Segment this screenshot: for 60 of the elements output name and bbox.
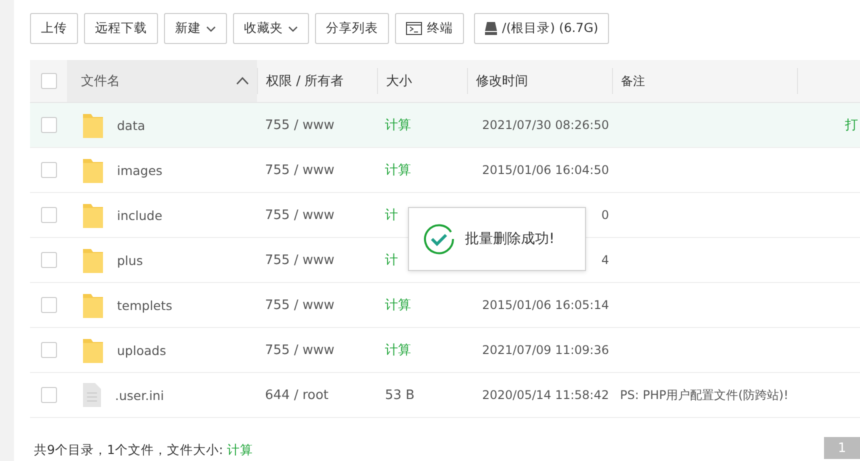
row-checkbox[interactable] — [40, 117, 56, 133]
file-name[interactable]: plus — [117, 252, 143, 268]
column-header[interactable]: 修改时间 — [476, 72, 528, 90]
document-icon — [83, 383, 101, 407]
terminal-icon — [406, 22, 422, 35]
toolbar-button[interactable]: 远程下载 — [84, 13, 158, 44]
toolbar-button[interactable]: 终端 — [395, 13, 464, 44]
column-header[interactable]: 权限 / 所有者 — [266, 72, 344, 90]
permission-text: 755 / www — [265, 162, 334, 178]
column-header[interactable]: 大小 — [386, 72, 412, 90]
folder-icon — [83, 157, 103, 183]
file-row[interactable]: images 755 / www 计算 2015/01/06 16:04:50 — [30, 148, 860, 193]
permission-text: 755 / www — [265, 208, 334, 222]
file-row[interactable]: uploads 755 / www 计算 2021/07/09 11:09:36 — [30, 328, 860, 373]
permission-text: 755 / www — [265, 118, 334, 132]
permission-text: 755 / www — [265, 298, 334, 312]
permission-text: 755 / www — [265, 342, 334, 358]
folder-icon — [83, 292, 103, 318]
row-checkbox[interactable] — [40, 207, 56, 223]
disk-icon — [485, 22, 497, 35]
folder-icon — [83, 112, 103, 138]
modified-time: 2015/01/06 16:05:14 — [481, 297, 609, 313]
note-text: PS: PHP用户配置文件(防跨站)! — [620, 388, 788, 402]
permission-text: 644 / root — [265, 388, 329, 402]
toolbar-button[interactable]: 新建 — [164, 13, 227, 44]
file-name[interactable]: data — [117, 118, 146, 132]
sort-up-icon — [236, 77, 249, 85]
row-checkbox[interactable] — [40, 387, 56, 403]
file-name[interactable]: images — [117, 162, 162, 178]
file-name[interactable]: include — [117, 208, 162, 222]
folder-icon — [83, 202, 103, 228]
modified-time: 2015/01/06 16:04:50 — [481, 162, 609, 178]
modified-time: 4 — [600, 252, 609, 268]
toolbar-button[interactable]: 收藏夹 — [233, 13, 309, 44]
file-name[interactable]: .user.ini — [115, 388, 164, 402]
column-header[interactable]: 文件名 — [67, 60, 257, 102]
folder-icon — [83, 247, 103, 273]
row-checkbox[interactable] — [40, 252, 56, 268]
row-checkbox[interactable] — [40, 162, 56, 178]
toolbar-button[interactable]: 分享列表 — [315, 13, 389, 44]
toolbar-button[interactable]: 上传 — [30, 13, 78, 44]
row-checkbox[interactable] — [40, 342, 56, 358]
modified-time: 2021/07/09 11:09:36 — [481, 342, 609, 358]
size-text: 53 B — [385, 388, 415, 402]
column-header[interactable]: 备注 — [621, 72, 645, 90]
file-name[interactable]: uploads — [117, 342, 166, 358]
folder-icon — [83, 337, 103, 363]
select-all-checkbox[interactable] — [40, 73, 56, 89]
toolbar-button[interactable]: /(根目录) (6.7G) — [474, 13, 610, 44]
summary-text: 共9个目录，1个文件，文件大小: 计算 — [33, 442, 254, 459]
modified-time: 0 — [600, 207, 609, 223]
row-checkbox[interactable] — [40, 297, 56, 313]
file-name[interactable]: templets — [117, 298, 172, 312]
file-row[interactable]: .user.ini 644 / root 53 B 2020/05/14 11:58:42 PS: PHP用户配置文件(防跨站)! — [30, 373, 860, 418]
success-check-icon — [423, 223, 455, 255]
modified-time: 2020/05/14 11:58:42 — [481, 387, 609, 403]
file-row[interactable]: data 755 / www 计算 2021/07/30 08:26:50 打 — [30, 103, 860, 148]
file-row[interactable]: templets 755 / www 计算 2015/01/06 16:05:14 — [30, 283, 860, 328]
modified-time: 2021/07/30 08:26:50 — [481, 117, 609, 133]
permission-text: 755 / www — [265, 252, 334, 268]
